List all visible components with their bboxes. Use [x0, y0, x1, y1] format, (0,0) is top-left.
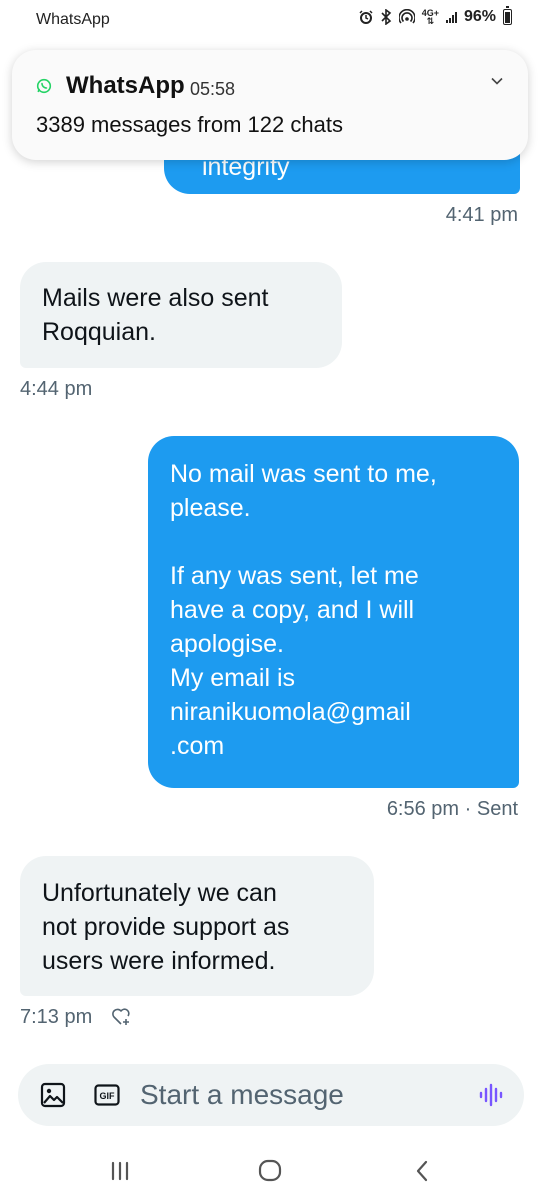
hotspot-icon: [398, 9, 415, 24]
message-bubble-outgoing[interactable]: No mail was sent to me, please. If any w…: [148, 436, 519, 788]
recent-apps-icon[interactable]: [100, 1152, 140, 1188]
chevron-down-icon[interactable]: [490, 74, 504, 88]
notification-card[interactable]: WhatsApp 05:58 3389 messages from 122 ch…: [12, 50, 528, 160]
svg-text:GIF: GIF: [100, 1091, 116, 1101]
message-line: have a copy, and I will: [170, 596, 415, 624]
image-icon[interactable]: [40, 1082, 66, 1108]
battery-percent: 96%: [463, 8, 496, 25]
message-line: niranikuomola@gmail: [170, 698, 411, 726]
status-icons: 4G+ ⇅ 96%: [359, 6, 512, 26]
notification-summary: 3389 messages from 122 chats: [36, 112, 343, 137]
message-line: If any was sent, let me: [170, 562, 419, 590]
status-app-label: WhatsApp: [36, 11, 110, 28]
message-composer: GIF Start a message: [18, 1064, 524, 1126]
message-input[interactable]: Start a message: [140, 1078, 440, 1112]
message-line: My email is: [170, 664, 296, 692]
voice-icon[interactable]: [478, 1082, 504, 1108]
message-timestamp: 6:56 pm · Sent: [386, 798, 518, 820]
notification-time: 05:58: [190, 79, 236, 99]
message-line: .com: [170, 732, 225, 760]
network-indicator: 4G+ ⇅: [421, 8, 439, 26]
message-line: apologise.: [170, 630, 284, 658]
message-line: [170, 525, 519, 559]
message-line: No mail was sent to me,: [170, 460, 437, 488]
message-timestamp: 4:41 pm: [445, 204, 518, 226]
system-nav-bar: [0, 1140, 540, 1200]
message-bubble-incoming[interactable]: Unfortunately we can not provide support…: [20, 856, 374, 996]
status-bar: WhatsApp 4G+ ⇅ 96%: [0, 0, 540, 40]
notification-app-name: WhatsApp: [66, 72, 185, 99]
message-line: Mails were also sent: [42, 284, 269, 312]
message-line: users were informed.: [42, 947, 276, 975]
message-line: Roqquian.: [42, 318, 156, 346]
message-line: not provide support as: [42, 913, 290, 941]
back-icon[interactable]: [402, 1152, 442, 1188]
battery-icon: [503, 6, 512, 25]
message-timestamp: 4:44 pm: [20, 378, 93, 400]
message-timestamp: 7:13 pm: [20, 1006, 93, 1028]
alarm-icon: [359, 10, 373, 24]
bluetooth-icon: [381, 9, 391, 25]
gif-icon[interactable]: GIF: [94, 1084, 120, 1106]
signal-icon: [445, 11, 457, 23]
whatsapp-icon: [36, 78, 52, 94]
message-line: Unfortunately we can: [42, 879, 277, 907]
message-line: please.: [170, 494, 251, 522]
message-bubble-incoming[interactable]: Mails were also sent Roqquian.: [20, 262, 342, 368]
heart-plus-icon[interactable]: [111, 1007, 133, 1027]
home-icon[interactable]: [250, 1152, 290, 1188]
